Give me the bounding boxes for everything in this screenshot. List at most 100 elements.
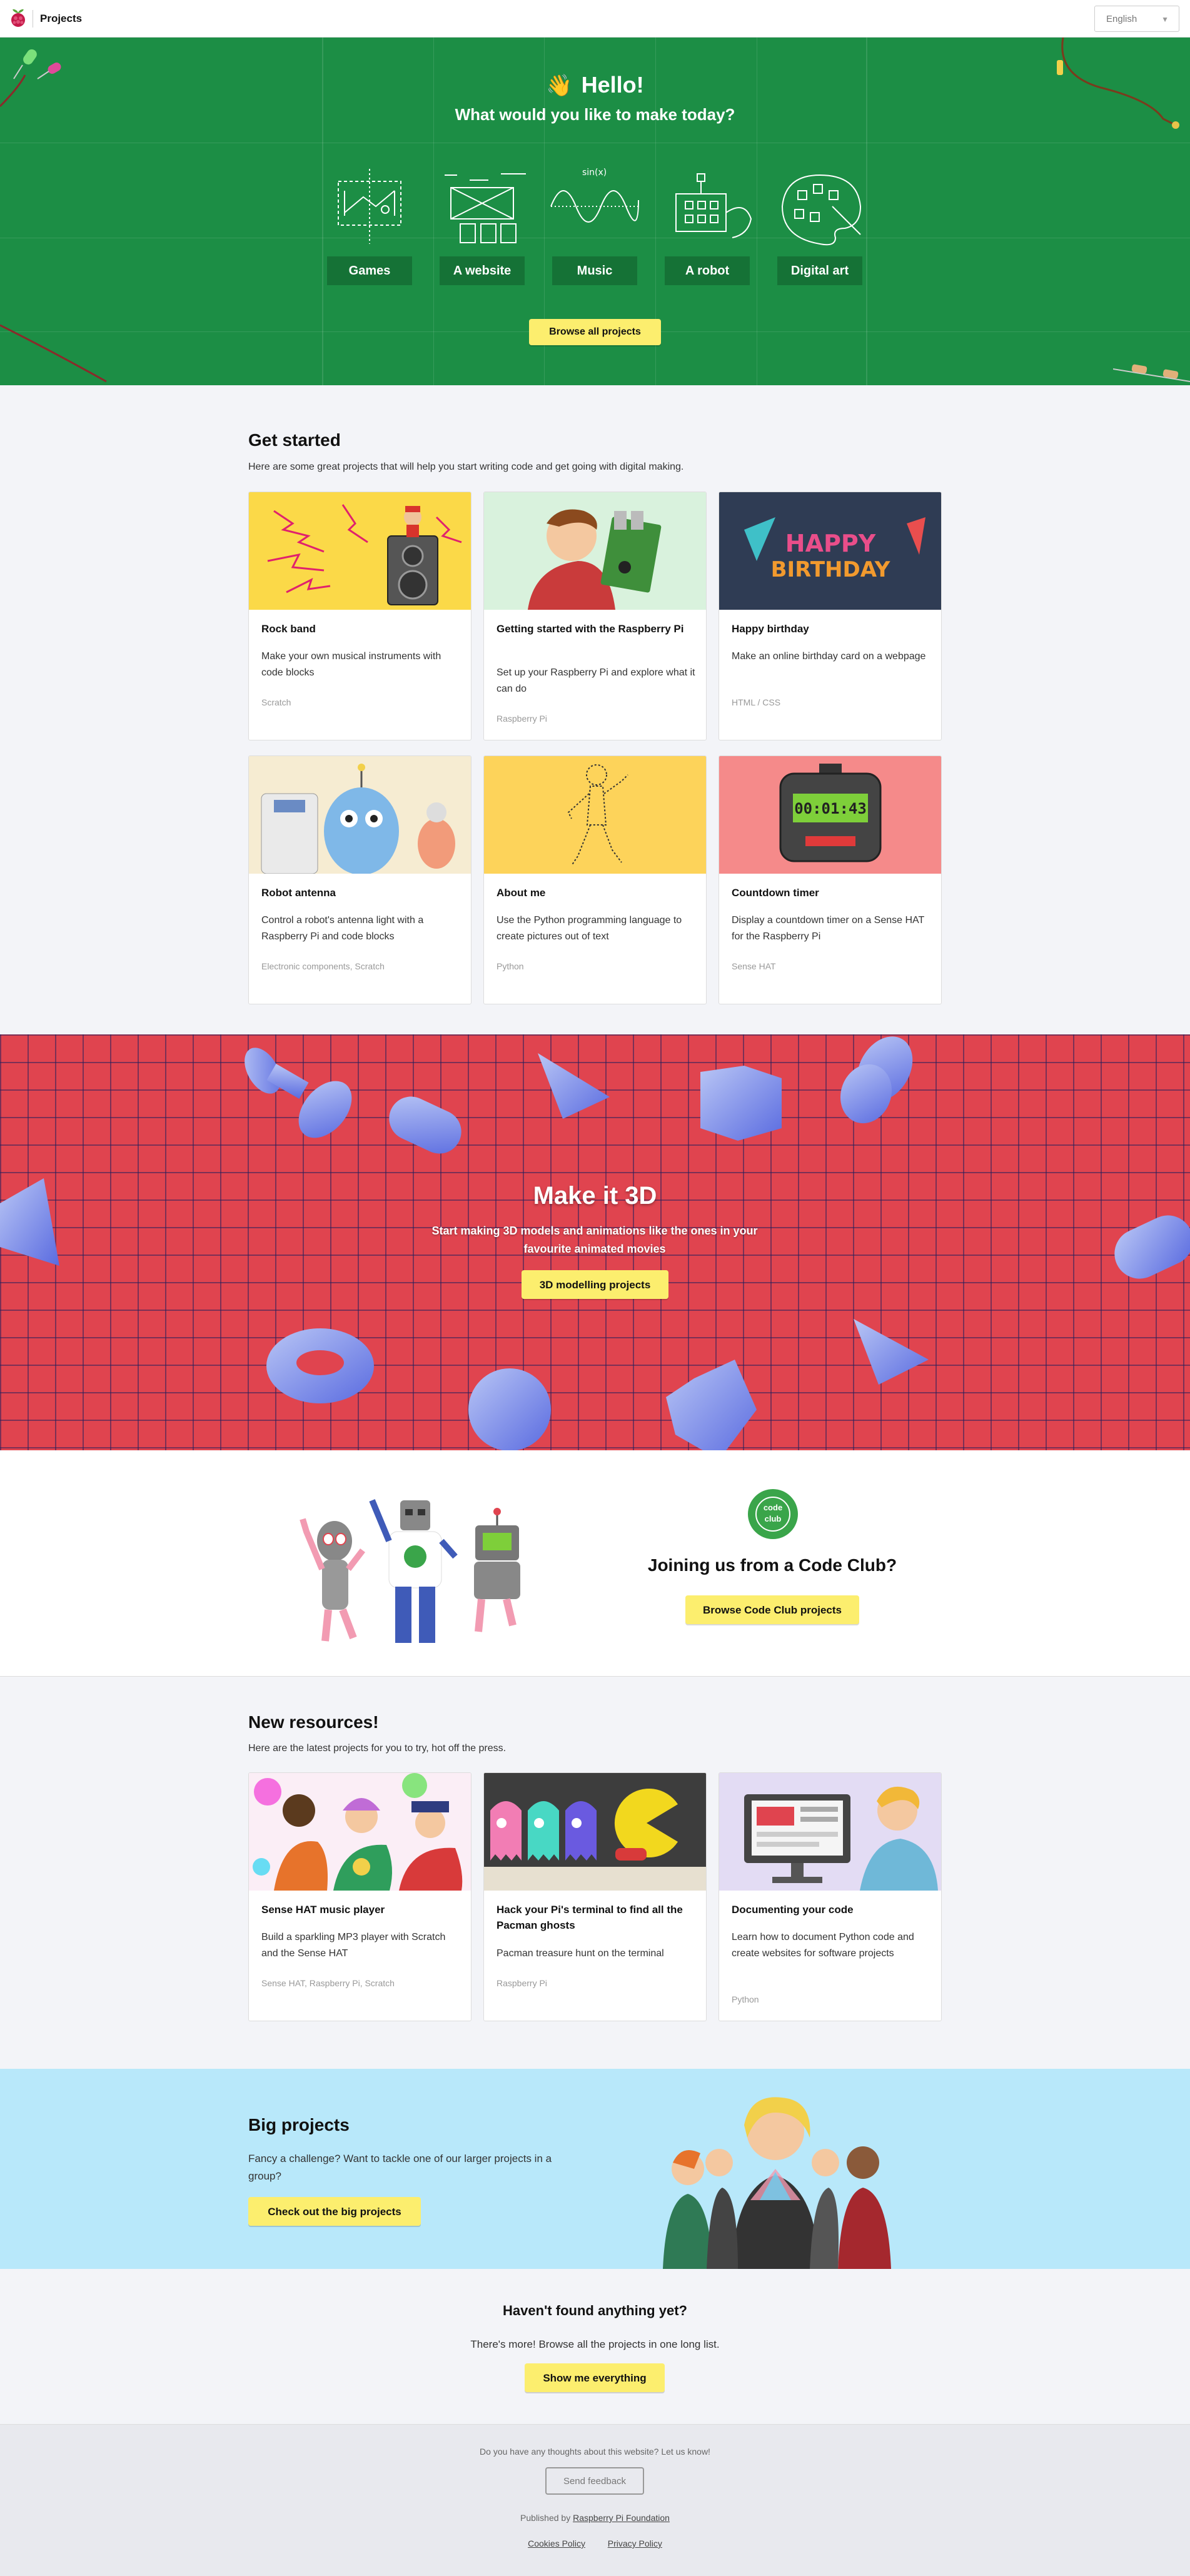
card-tags: Sense HAT, Raspberry Pi, Scratch [261,1978,395,1988]
new-resources-title: New resources! [248,1712,379,1732]
project-card[interactable]: Rock band Make your own musical instrume… [248,492,471,740]
card-image [249,492,471,610]
website-doodle-icon [445,173,526,243]
card-description: Learn how to document Python code and cr… [732,1932,914,1959]
big-projects-text: Fancy a challenge? Want to tackle one of… [248,2153,552,2182]
make-3d-text: Start making 3D models and animations li… [431,1225,758,1255]
language-select-value: English [1106,14,1137,24]
code-club-characters-illustration-icon [300,1499,520,1643]
code-club-logo-icon: code club [748,1489,798,1539]
not-found-title: Haven't found anything yet? [503,2303,687,2318]
published-by: Published by Raspberry Pi Foundation [0,2513,1190,2523]
card-image: 00:01:43 [719,756,941,874]
privacy-policy-link[interactable]: Privacy Policy [608,2538,662,2548]
not-found-text: There's more! Browse all the projects in… [470,2338,720,2350]
card-description: Build a sparkling MP3 player with Scratc… [261,1932,446,1959]
send-feedback-button[interactable]: Send feedback [545,2467,644,2495]
code-club-section: code club Joining us from a Code Club? B… [0,1450,1190,1677]
card-image: HAPPY BIRTHDAY [719,492,941,610]
site-title[interactable]: Projects [40,13,82,25]
svg-text:sin(x): sin(x) [582,168,607,178]
category-digital-art[interactable]: Digital art [770,163,870,285]
3d-modelling-projects-button[interactable]: 3D modelling projects [522,1270,668,1299]
project-card[interactable]: Robot antenna Control a robot's antenna … [248,755,471,1004]
birthday-text-happy: HAPPY [785,530,876,557]
robot-doodle-icon [675,173,752,238]
code-club-heading: Joining us from a Code Club? [647,1555,897,1575]
category-robot[interactable]: A robot [657,163,757,285]
hero-greeting-text: Hello! [581,72,644,98]
pacman-ghosts-illustration-icon [484,1789,706,1891]
card-image [249,1773,471,1891]
card-image [484,1773,706,1891]
rock-band-illustration-icon [267,504,462,605]
card-image [719,1773,941,1891]
waving-hand-icon: 👋 [546,74,573,98]
card-tags: Python [732,1994,759,2004]
browse-code-club-projects-button[interactable]: Browse Code Club projects [685,1595,859,1624]
category-music[interactable]: sin(x) Music [545,163,645,285]
chevron-down-icon: ▼ [1161,15,1169,24]
card-title: Rock band [261,623,316,635]
project-card[interactable]: About me Use the Python programming lang… [483,755,707,1004]
hero-greeting: 👋 Hello! [0,72,1190,98]
hero-question: What would you like to make today? [455,105,735,124]
feedback-prompt: Do you have any thoughts about this webs… [480,2447,710,2457]
card-description: Pacman treasure hunt on the terminal [497,1948,664,1959]
get-started-title: Get started [248,430,341,450]
browse-all-projects-button[interactable]: Browse all projects [529,319,661,345]
resistor-decoration-icon [1113,364,1190,382]
robots-illustration-icon [261,764,455,874]
card-description: Control a robot's antenna light with a R… [261,915,424,942]
music-player-kids-illustration-icon [253,1773,463,1891]
project-card[interactable]: HAPPY BIRTHDAY Happy birthday Make an on… [719,492,942,740]
card-title: Happy birthday [732,623,809,635]
card-image [484,756,706,874]
raspberry-pi-person-illustration-icon [528,509,662,610]
category-games[interactable]: Games [320,163,420,285]
project-card[interactable]: Documenting your code Learn how to docum… [719,1772,942,2021]
card-description: Use the Python programming language to c… [497,915,682,942]
card-title: Documenting your code [732,1904,854,1916]
card-image [249,756,471,874]
project-card[interactable]: Hack your Pi's terminal to find all the … [483,1772,707,2021]
ascii-person-illustration-icon [567,764,628,866]
card-tags: Raspberry Pi [497,1978,547,1988]
project-card[interactable]: 00:01:43 Countdown timer Display a count… [719,755,942,1004]
music-doodle-icon: sin(x) [550,168,639,223]
cookies-policy-link[interactable]: Cookies Policy [528,2538,585,2548]
card-description: Display a countdown timer on a Sense HAT… [732,915,925,942]
card-title: Robot antenna [261,887,336,899]
language-select[interactable]: English ▼ [1094,6,1179,32]
card-title: About me [497,887,546,899]
raspberry-pi-logo-icon[interactable] [9,8,28,30]
documentation-person-illustration-icon [744,1786,938,1891]
get-started-subtitle: Here are some great projects that will h… [248,462,684,472]
check-out-big-projects-button[interactable]: Check out the big projects [248,2197,421,2226]
project-card[interactable]: Getting started with the Raspberry Pi Se… [483,492,707,740]
category-label: Games [327,256,412,285]
show-me-everything-button[interactable]: Show me everything [525,2363,665,2392]
card-tags: Python [497,961,524,971]
games-doodle-icon [338,169,401,244]
category-label: A website [440,256,525,285]
card-tags: Electronic components, Scratch [261,961,385,971]
card-description: Make your own musical instruments with c… [261,651,441,678]
project-card[interactable]: Sense HAT music player Build a sparkling… [248,1772,471,2021]
palette-doodle-icon [781,174,862,246]
code-club-logo-text: club [764,1514,782,1523]
foundation-link[interactable]: Raspberry Pi Foundation [573,2513,670,2523]
card-tags: Sense HAT [732,961,776,971]
card-title: Getting started with the Raspberry Pi [497,623,684,635]
big-projects-group-illustration-icon [663,2097,891,2269]
birthday-text-birthday: BIRTHDAY [771,557,890,582]
card-tags: HTML / CSS [732,697,781,707]
policy-links: Cookies Policy Privacy Policy [0,2538,1190,2548]
big-projects-title: Big projects [248,2115,350,2134]
category-label: Music [552,256,637,285]
code-club-logo-text: code [763,1503,783,1512]
wire-decoration-icon [0,324,107,383]
card-title: Sense HAT music player [261,1904,385,1916]
category-website[interactable]: A website [432,163,532,285]
card-description: Make an online birthday card on a webpag… [732,651,926,662]
